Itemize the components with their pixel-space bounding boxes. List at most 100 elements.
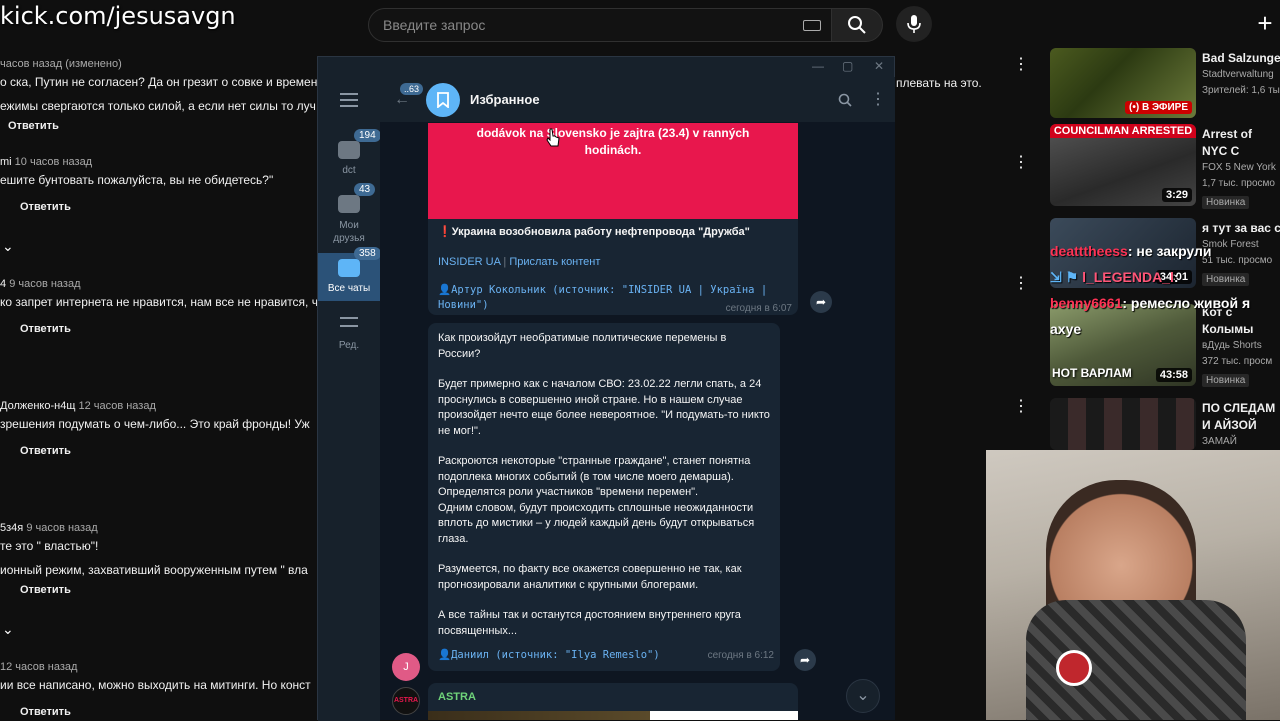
more-vert-icon[interactable]: ⋮ xyxy=(1013,396,1029,415)
message-paragraph: Раскроются некоторые "странные граждане"… xyxy=(438,455,755,545)
chat-folder-icon: 194 xyxy=(338,129,381,159)
sender-avatar[interactable]: J xyxy=(392,653,420,681)
chat-folder-icon: 43 xyxy=(338,183,376,213)
message-bubble[interactable]: dodávok na Slovensko je zajtra (23.4) v … xyxy=(428,123,798,315)
message-image[interactable]: dodávok na Slovensko je zajtra (23.4) v … xyxy=(428,123,798,219)
message-list: dodávok na Slovensko je zajtra (23.4) v … xyxy=(380,123,895,720)
submit-content-link[interactable]: Прислать контент xyxy=(509,256,600,268)
comment: 5з4я 9 часов назад те это " властью"! xyxy=(0,522,99,553)
post-links: INSIDER UA | Прислать контент xyxy=(438,256,601,268)
streamer-webcam xyxy=(986,450,1280,720)
comment-text: ионный режим, захвативший вооруженным пу… xyxy=(0,563,308,577)
post-headline: ❗Украина возобновила работу нефтепровода… xyxy=(438,226,750,238)
reply-button[interactable]: Ответить xyxy=(20,445,71,457)
video-thumbnail[interactable] xyxy=(1050,398,1196,450)
hand-cursor-icon xyxy=(546,128,560,147)
recommended-video[interactable]: (•) В ЭФИРЕ Bad Salzunger Stadtverwaltun… xyxy=(1050,48,1280,128)
source-link[interactable]: INSIDER UA xyxy=(438,256,500,268)
window-titlebar: — ▢ ✕ xyxy=(318,57,894,77)
channel-name[interactable]: Stadtverwaltung xyxy=(1202,67,1280,83)
minimize-icon[interactable]: — xyxy=(812,59,824,73)
view-count: 372 тыс. просм xyxy=(1202,356,1273,367)
chat-title[interactable]: Избранное xyxy=(470,92,540,107)
view-count: 1,7 тыс. просмо xyxy=(1202,178,1275,189)
bookmark-icon xyxy=(437,92,449,108)
microphone-icon xyxy=(907,15,921,33)
message-bubble[interactable]: ASTRA xyxy=(428,683,798,720)
video-thumbnail[interactable]: COUNCILMAN ARRESTED 3:29 xyxy=(1050,124,1196,206)
unread-count: 194 xyxy=(354,129,381,142)
unread-count: ..63 xyxy=(400,83,424,95)
video-title[interactable]: Arrest of NYC C caught on cam xyxy=(1202,126,1280,160)
folder-friends[interactable]: 43 Мои друзья xyxy=(318,183,380,247)
stream-watermark: kick.com/jesusavgn xyxy=(0,2,236,30)
channel-avatar[interactable]: ASTRA xyxy=(392,687,420,715)
reply-button[interactable]: Ответить xyxy=(8,120,59,132)
search-placeholder: Введите запрос xyxy=(383,17,486,33)
comment: 12 часов назад ии все написано, можно вы… xyxy=(0,661,311,692)
maximize-icon[interactable]: ▢ xyxy=(842,59,853,73)
video-duration: 43:58 xyxy=(1155,368,1192,382)
message-paragraph: А все тайны так и останутся достоянием в… xyxy=(438,609,741,637)
new-badge: Новинка xyxy=(1202,374,1250,387)
message-bubble[interactable]: Как произойдут необратимые политические … xyxy=(428,323,780,671)
close-icon[interactable]: ✕ xyxy=(874,59,884,73)
more-vert-icon[interactable]: ⋮ xyxy=(870,89,886,109)
more-vert-icon[interactable]: ⋮ xyxy=(1013,152,1029,171)
saved-messages-avatar[interactable] xyxy=(426,83,460,117)
reply-button[interactable]: Ответить xyxy=(20,323,71,335)
search-icon[interactable] xyxy=(838,93,852,107)
video-duration: 3:29 xyxy=(1161,188,1192,202)
unread-count: 358 xyxy=(354,247,381,260)
video-title[interactable]: я тут за вас су xyxy=(1202,220,1280,237)
chevron-down-icon[interactable]: ⌄ xyxy=(2,238,14,255)
comment-text-fragment: плевать на это. xyxy=(896,76,982,90)
folders-sidebar: 194 dct 43 Мои друзья 358 Все чаты Ред. xyxy=(318,77,381,721)
telegram-window: — ▢ ✕ 194 dct 43 Мои друзья 358 Все чаты… xyxy=(317,56,895,721)
folder-all-chats[interactable]: 358 Все чаты xyxy=(318,247,381,301)
search-icon xyxy=(848,16,866,34)
message-paragraph: Как произойдут необратимые политические … xyxy=(438,332,727,360)
stream-chat-overlay: deatttheess: не закрули ⇲ ⚑ l_LEGENDA_l:… xyxy=(1050,238,1280,342)
scroll-down-button[interactable]: ⌄ xyxy=(846,679,880,713)
live-badge: (•) В ЭФИРЕ xyxy=(1125,101,1192,114)
comment: 4 9 часов назад ко запрет интернета не н… xyxy=(0,278,318,309)
view-count: Зрителей: 1,6 ты xyxy=(1202,85,1280,96)
chat-message: benny6661: ремесло живой я axye xyxy=(1050,295,1251,337)
forward-icon[interactable]: ➦ xyxy=(794,649,816,671)
video-title[interactable]: Bad Salzunger xyxy=(1202,50,1280,67)
comment: Долженко-н4щ 12 часов назад зрешения под… xyxy=(0,400,310,431)
chat-message: deatttheess: не закрули xyxy=(1050,243,1212,259)
chat-header: ← ..63 Избранное ⋮ xyxy=(380,77,895,123)
thumbnail-banner: COUNCILMAN ARRESTED xyxy=(1050,124,1196,138)
message-image[interactable] xyxy=(428,711,798,720)
voice-search-button[interactable] xyxy=(896,6,932,42)
reply-button[interactable]: Ответить xyxy=(20,706,71,718)
chevron-down-icon[interactable]: ⌄ xyxy=(2,621,14,638)
search-button[interactable] xyxy=(831,8,883,42)
reply-button[interactable]: Ответить xyxy=(20,201,71,213)
channel-name[interactable]: FOX 5 New York xyxy=(1202,160,1280,176)
video-title[interactable]: ПО СЛЕДАМ И АЙЗОЙ xyxy=(1202,400,1280,434)
forward-icon[interactable]: ➦ xyxy=(810,291,832,313)
message-time: сегодня в 6:12 xyxy=(707,650,774,661)
recommended-video[interactable]: COUNCILMAN ARRESTED 3:29 Arrest of NYC C… xyxy=(1050,124,1280,209)
more-vert-icon[interactable]: ⋮ xyxy=(1013,273,1029,292)
chevron-down-icon: ⌄ xyxy=(856,687,870,704)
create-button[interactable]: + xyxy=(1250,8,1280,38)
plus-icon: + xyxy=(1257,7,1273,38)
comment: часов назад (изменено) о ска, Путин не с… xyxy=(0,58,318,89)
video-thumbnail[interactable]: (•) В ЭФИРЕ xyxy=(1050,48,1196,118)
channel-name[interactable]: ASTRA xyxy=(438,691,476,703)
search-input[interactable]: Введите запрос xyxy=(368,8,838,42)
more-vert-icon[interactable]: ⋮ xyxy=(1013,54,1029,73)
channel-name[interactable]: ЗАМАЙ xyxy=(1202,434,1280,450)
reply-button[interactable]: Ответить xyxy=(20,584,71,596)
hamburger-menu-icon[interactable] xyxy=(340,93,358,107)
message-paragraph: Будет примерно как с началом СВО: 23.02.… xyxy=(438,378,770,437)
post-signature[interactable]: 👤Даниил (источник: "Ilya Remeslo") xyxy=(438,648,660,661)
folder-edit[interactable]: Ред. xyxy=(318,309,380,353)
folder-dct[interactable]: 194 dct xyxy=(318,129,381,183)
keyboard-icon[interactable] xyxy=(803,20,821,31)
chats-icon: 358 xyxy=(338,247,381,277)
